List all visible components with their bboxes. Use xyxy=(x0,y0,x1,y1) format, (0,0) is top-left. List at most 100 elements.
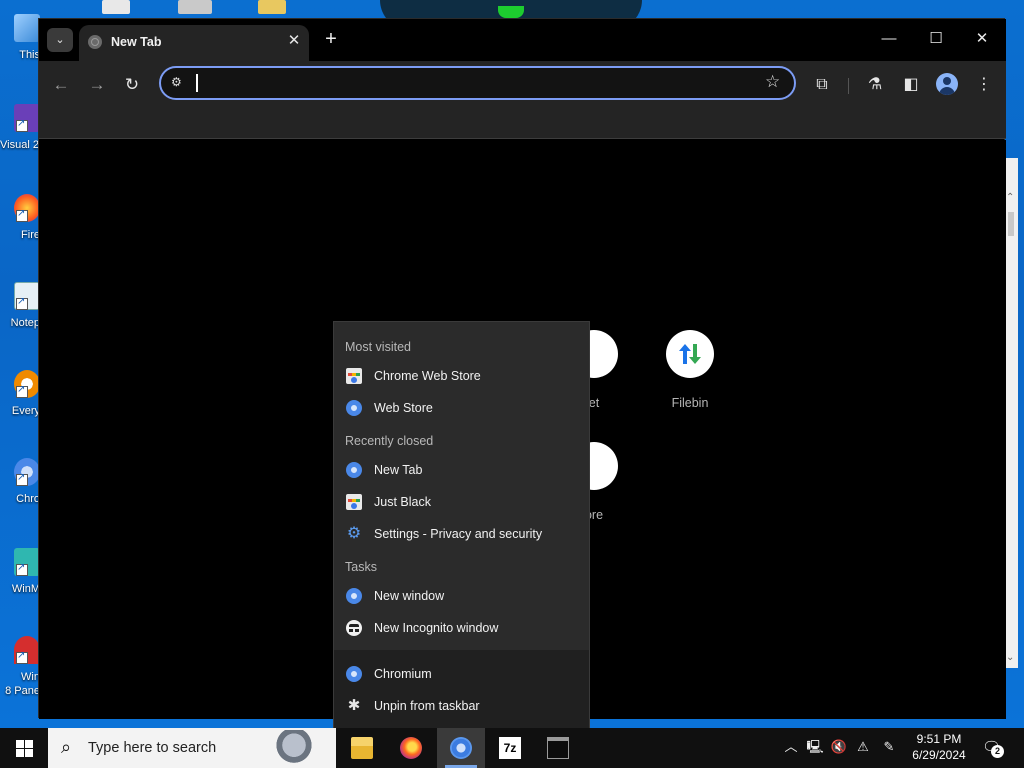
folder-icon[interactable] xyxy=(258,0,286,14)
taskbar-jump-list: Most visited Chrome Web Store Web Store … xyxy=(333,321,590,728)
reload-button[interactable]: ↻ xyxy=(117,70,147,100)
shortcut-arrow-icon xyxy=(16,472,28,486)
taskbar-app-chromium[interactable] xyxy=(437,728,485,768)
desktop-icon-visual-studio[interactable]: Visual 20 xyxy=(0,100,40,182)
back-button[interactable]: ← xyxy=(46,70,76,100)
jump-item-label: Unpin from taskbar xyxy=(374,699,480,713)
jump-item-label: New window xyxy=(374,589,445,603)
windows-logo-icon xyxy=(16,740,24,748)
jump-item-settings-privacy[interactable]: ⚙ Settings - Privacy and security xyxy=(334,519,589,549)
desktop-icon-partial[interactable] xyxy=(178,0,212,14)
desktop-icon-firefox[interactable]: Fire xyxy=(0,190,40,272)
side-panel-icon[interactable]: ◧ xyxy=(896,70,926,100)
desktop-icon-label: Win 8 Pane xyxy=(5,671,40,697)
search-icon: ⌕ xyxy=(61,737,72,757)
windows-logo-icon xyxy=(16,749,24,757)
tab-strip: ⌄ New Tab ✕ + — ☐ ✕ xyxy=(39,19,1006,61)
labs-icon[interactable]: ⚗ xyxy=(860,70,890,100)
taskbar-clock[interactable]: 9:51 PM 6/29/2024 xyxy=(903,731,975,763)
jump-item-unpin[interactable]: ✱ Unpin from taskbar xyxy=(334,691,589,721)
new-tab-button[interactable]: + xyxy=(319,28,343,52)
globe-icon xyxy=(88,35,102,49)
jump-item-new-incognito-window[interactable]: New Incognito window xyxy=(334,613,589,643)
volume-muted-icon[interactable]: 🔇 xyxy=(830,738,848,756)
desktop-icon-win-panel[interactable]: Win 8 Pane xyxy=(0,632,40,722)
taskbar: ⌕ Type here to search 7z ︿ 🖳 🔇 ⚠ ✎ 9:51 … xyxy=(0,728,1024,768)
windows-logo-icon xyxy=(25,749,33,757)
extensions-icon[interactable]: ⧉ xyxy=(807,70,837,100)
show-hidden-icons-chevron-icon[interactable]: ︿ xyxy=(782,738,800,756)
address-input[interactable] xyxy=(195,73,755,93)
shortcut-arrow-icon xyxy=(16,296,28,310)
network-icon[interactable]: 🖳 xyxy=(806,738,824,756)
forward-button[interactable]: → xyxy=(82,70,112,100)
desktop-icon-chromium[interactable]: Chro xyxy=(0,454,40,536)
jump-item-label: Chromium xyxy=(374,667,432,681)
tab-title: New Tab xyxy=(111,35,162,49)
jump-item-label: New Incognito window xyxy=(374,621,499,635)
jump-item-label: Settings - Privacy and security xyxy=(374,527,543,541)
shortcut-arrow-icon xyxy=(16,650,28,664)
chromium-icon xyxy=(346,400,362,416)
chromium-icon xyxy=(346,666,362,682)
site-info-icon[interactable]: ⚙ xyxy=(171,75,187,91)
menu-icon[interactable]: ⋮ xyxy=(969,70,999,100)
unpin-icon: ✱ xyxy=(347,697,361,714)
web-store-icon xyxy=(346,494,362,510)
incognito-icon xyxy=(346,620,362,636)
scroll-thumb[interactable] xyxy=(1008,212,1014,236)
chromium-icon xyxy=(346,462,362,478)
shortcut-label: Filebin xyxy=(671,396,709,410)
toolbar: ← → ↻ ⚙ ☆ ⧉ ⚗ ◧ ⋮ xyxy=(39,61,1006,109)
jump-item-chrome-web-store[interactable]: Chrome Web Store xyxy=(334,361,589,391)
bookmark-star-icon[interactable]: ☆ xyxy=(765,72,785,94)
desktop-icon-everything[interactable]: Every xyxy=(0,366,40,448)
close-window-button[interactable]: ✕ xyxy=(967,27,997,53)
desktop-icon-label: WinM xyxy=(11,583,40,595)
notifications-button[interactable]: 🗨 2 xyxy=(982,738,1004,758)
gear-icon: ⚙ xyxy=(346,525,362,542)
scroll-down-icon[interactable]: ⌄ xyxy=(1006,652,1014,663)
desktop-icon-label: Notep xyxy=(10,317,40,329)
recently-closed-header: Recently closed xyxy=(345,434,434,448)
desktop-icon-label: Visual 20 xyxy=(0,139,40,151)
desktop-icon-winmerge[interactable]: WinM xyxy=(0,544,40,626)
action-center-warning-icon[interactable]: ⚠ xyxy=(854,738,872,756)
tasks-header: Tasks xyxy=(345,560,377,574)
jump-item-new-tab[interactable]: New Tab xyxy=(334,455,589,485)
desktop-icon-this-pc[interactable]: This xyxy=(0,10,40,92)
shortcut-arrow-icon xyxy=(16,562,28,576)
taskbar-app-file-explorer[interactable] xyxy=(338,728,386,768)
taskbar-app-7zip[interactable]: 7z xyxy=(486,728,534,768)
taskbar-app-command-prompt[interactable] xyxy=(534,728,582,768)
jump-item-new-window[interactable]: New window xyxy=(334,581,589,611)
shortcut-arrow-icon xyxy=(16,118,28,132)
most-visited-header: Most visited xyxy=(345,340,411,354)
shortcut-tile-filebin[interactable]: Filebin xyxy=(650,330,730,410)
start-button[interactable] xyxy=(0,728,48,768)
scroll-up-icon[interactable]: ⌃ xyxy=(1006,192,1014,203)
maximize-button[interactable]: ☐ xyxy=(921,27,951,53)
address-bar[interactable]: ⚙ ☆ xyxy=(159,66,796,100)
jump-item-just-black[interactable]: Just Black xyxy=(334,487,589,517)
taskbar-search-box[interactable]: ⌕ Type here to search xyxy=(48,728,336,768)
jump-item-web-store[interactable]: Web Store xyxy=(334,393,589,423)
jump-item-chromium[interactable]: Chromium xyxy=(334,659,589,689)
pen-icon[interactable]: ✎ xyxy=(880,738,898,756)
computer-icon xyxy=(14,14,40,42)
desktop-icon-partial[interactable] xyxy=(102,0,130,14)
desktop-icon-label: This xyxy=(19,49,40,61)
taskbar-app-firefox[interactable] xyxy=(387,728,435,768)
desktop-icon-notepad[interactable]: Notep xyxy=(0,278,40,360)
text-cursor xyxy=(196,74,198,92)
tab-search-button[interactable]: ⌄ xyxy=(47,28,73,52)
tab-new-tab[interactable]: New Tab ✕ xyxy=(79,25,309,61)
profile-avatar[interactable] xyxy=(936,73,958,95)
close-tab-icon[interactable]: ✕ xyxy=(285,32,303,50)
filebin-icon xyxy=(666,330,714,378)
minimize-button[interactable]: — xyxy=(874,27,904,53)
jump-item-label: Just Black xyxy=(374,495,431,509)
background-window-scrollbar[interactable]: ⌃ ⌄ xyxy=(1004,158,1018,668)
shortcut-arrow-icon xyxy=(16,208,28,222)
chromium-icon xyxy=(450,737,472,759)
